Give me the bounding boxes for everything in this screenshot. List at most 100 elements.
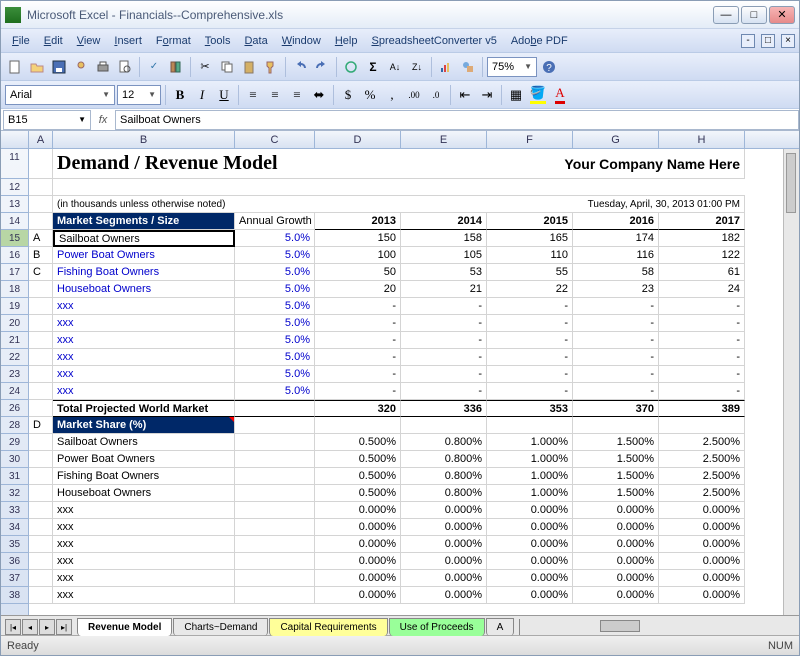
doc-restore-button[interactable]: □: [761, 34, 775, 48]
segment-value[interactable]: -: [401, 298, 487, 315]
menu-format[interactable]: Format: [149, 33, 198, 49]
paste-icon[interactable]: [239, 57, 259, 77]
font-combo[interactable]: Arial▼: [5, 85, 115, 105]
sheet-tab-use-of-proceeds[interactable]: Use of Proceeds: [389, 618, 485, 636]
segment-value[interactable]: 24: [659, 281, 745, 298]
segment-value[interactable]: -: [401, 349, 487, 366]
share-label[interactable]: Power Boat Owners: [53, 451, 235, 468]
menu-help[interactable]: Help: [328, 33, 365, 49]
fx-label[interactable]: fx: [91, 114, 115, 126]
share-value[interactable]: 0.800%: [401, 451, 487, 468]
row-letter[interactable]: A: [29, 230, 53, 247]
format-painter-icon[interactable]: [261, 57, 281, 77]
row-header-37[interactable]: 37: [1, 570, 28, 587]
name-box[interactable]: B15▼: [3, 110, 91, 130]
row-letter[interactable]: [29, 383, 53, 400]
vscroll-thumb[interactable]: [786, 153, 796, 213]
cell[interactable]: [29, 149, 53, 179]
maximize-button[interactable]: □: [741, 6, 767, 24]
print-preview-icon[interactable]: [115, 57, 135, 77]
close-button[interactable]: ✕: [769, 6, 795, 24]
total-value[interactable]: 389: [659, 400, 745, 417]
tab-next-button[interactable]: ▸: [39, 619, 55, 635]
menu-data[interactable]: Data: [237, 33, 274, 49]
menu-adobe-pdf[interactable]: Adobe PDF: [504, 33, 575, 49]
segment-name[interactable]: Sailboat Owners: [53, 230, 235, 247]
share-label[interactable]: Fishing Boat Owners: [53, 468, 235, 485]
share-value[interactable]: 0.000%: [487, 553, 573, 570]
share-value[interactable]: 0.000%: [573, 519, 659, 536]
menu-spreadsheetconverter[interactable]: SpreadsheetConverter v5: [364, 33, 503, 49]
segment-name[interactable]: xxx: [53, 332, 235, 349]
spelling-icon[interactable]: ✓: [144, 57, 164, 77]
sheet-tab-revenue-model[interactable]: Revenue Model: [77, 618, 172, 636]
cell[interactable]: [235, 570, 315, 587]
share-value[interactable]: 0.000%: [487, 570, 573, 587]
segment-name[interactable]: Houseboat Owners: [53, 281, 235, 298]
row-letter[interactable]: C: [29, 264, 53, 281]
row-header-24[interactable]: 24: [1, 383, 28, 400]
decrease-indent-icon[interactable]: ⇤: [455, 85, 475, 105]
share-value[interactable]: 1.500%: [573, 468, 659, 485]
cell[interactable]: [573, 417, 659, 434]
cell[interactable]: [29, 502, 53, 519]
italic-button[interactable]: I: [192, 85, 212, 105]
row-letter[interactable]: [29, 315, 53, 332]
segment-value[interactable]: -: [659, 332, 745, 349]
underline-button[interactable]: U: [214, 85, 234, 105]
row-letter[interactable]: B: [29, 247, 53, 264]
segment-value[interactable]: -: [487, 315, 573, 332]
row-header-23[interactable]: 23: [1, 366, 28, 383]
share-value[interactable]: 0.000%: [659, 536, 745, 553]
segment-value[interactable]: 158: [401, 230, 487, 247]
cell[interactable]: [235, 400, 315, 417]
share-value[interactable]: 0.000%: [487, 502, 573, 519]
cell[interactable]: [29, 179, 53, 196]
share-value[interactable]: 0.800%: [401, 485, 487, 502]
cell[interactable]: [235, 434, 315, 451]
row-header-26[interactable]: 26: [1, 400, 28, 417]
segment-value[interactable]: 23: [573, 281, 659, 298]
share-value[interactable]: 2.500%: [659, 485, 745, 502]
cell[interactable]: [235, 502, 315, 519]
cell[interactable]: [235, 451, 315, 468]
row-header-16[interactable]: 16: [1, 247, 28, 264]
cell[interactable]: [235, 536, 315, 553]
year-header[interactable]: 2017: [659, 213, 745, 230]
year-header[interactable]: 2015: [487, 213, 573, 230]
segment-value[interactable]: 110: [487, 247, 573, 264]
row-header-15[interactable]: 15: [1, 230, 28, 247]
row-header-34[interactable]: 34: [1, 519, 28, 536]
column-header-F[interactable]: F: [487, 131, 573, 148]
total-value[interactable]: 353: [487, 400, 573, 417]
decrease-decimal-icon[interactable]: .0: [426, 85, 446, 105]
share-value[interactable]: 0.000%: [401, 536, 487, 553]
share-value[interactable]: 0.500%: [315, 451, 401, 468]
segment-value[interactable]: 55: [487, 264, 573, 281]
segment-value[interactable]: -: [315, 366, 401, 383]
horizontal-scrollbar[interactable]: [519, 619, 799, 635]
segment-value[interactable]: -: [659, 298, 745, 315]
cell[interactable]: [487, 179, 573, 196]
row-header-29[interactable]: 29: [1, 434, 28, 451]
column-header-B[interactable]: B: [53, 131, 235, 148]
cell[interactable]: [29, 536, 53, 553]
share-value[interactable]: 1.000%: [487, 451, 573, 468]
align-left-icon[interactable]: ≡: [243, 85, 263, 105]
segment-value[interactable]: -: [401, 366, 487, 383]
company-name[interactable]: Your Company Name Here: [315, 149, 745, 179]
column-header-A[interactable]: A: [29, 131, 53, 148]
save-icon[interactable]: [49, 57, 69, 77]
share-value[interactable]: 0.000%: [573, 536, 659, 553]
row-header-28[interactable]: 28: [1, 417, 28, 434]
segment-value[interactable]: -: [315, 298, 401, 315]
tab-last-button[interactable]: ▸|: [56, 619, 72, 635]
hyperlink-icon[interactable]: [341, 57, 361, 77]
cell[interactable]: [235, 553, 315, 570]
annual-growth-label[interactable]: Annual Growth: [235, 213, 315, 230]
segment-value[interactable]: -: [573, 349, 659, 366]
open-icon[interactable]: [27, 57, 47, 77]
segment-value[interactable]: 165: [487, 230, 573, 247]
row-header-32[interactable]: 32: [1, 485, 28, 502]
share-value[interactable]: 0.000%: [573, 587, 659, 604]
